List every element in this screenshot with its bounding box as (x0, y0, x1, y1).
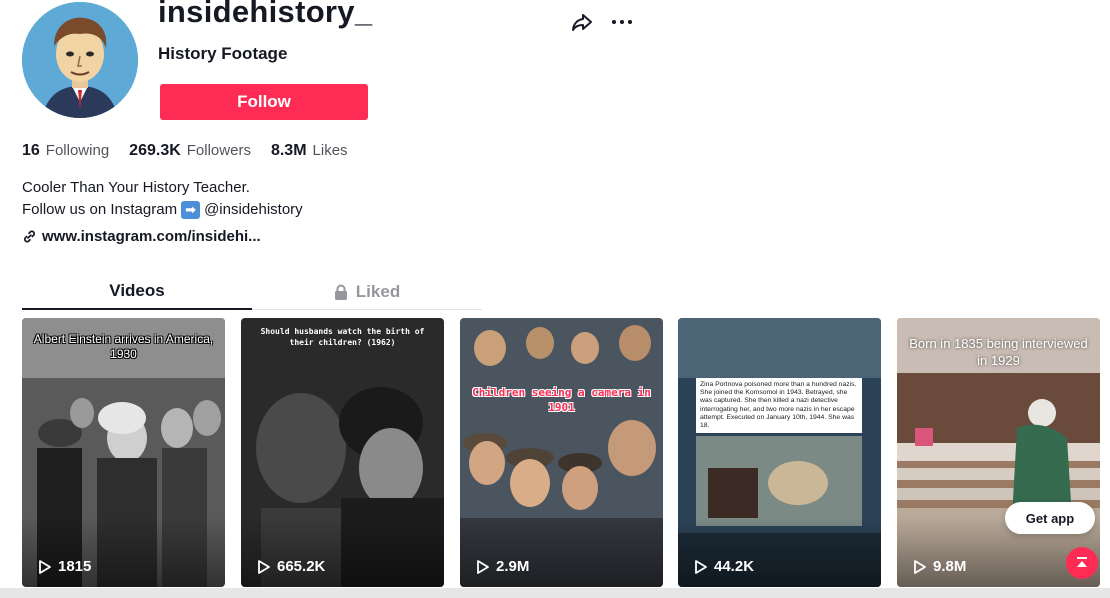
lock-icon (334, 284, 347, 300)
view-count: 1815 (38, 558, 91, 575)
tab-videos-label: Videos (109, 281, 165, 300)
play-icon (258, 559, 270, 574)
video-caption: Children seeing a camera in 1901 (472, 386, 651, 414)
bio-line-1: Cooler Than Your History Teacher. (22, 179, 250, 196)
followers-count: 269.3K (129, 142, 181, 159)
share-icon[interactable] (570, 10, 594, 34)
arrow-up-icon (1077, 557, 1087, 567)
horizontal-scrollbar[interactable] (0, 588, 1110, 598)
view-count-text: 1815 (58, 558, 92, 575)
view-count-text: 44.2K (714, 558, 755, 575)
view-count-text: 2.9M (496, 558, 530, 575)
followers-label: Followers (186, 142, 251, 159)
bio-line-2: Follow us on Instagram ➡ @insidehistory (22, 199, 303, 221)
video-caption: Should husbands watch the birth of their… (260, 327, 425, 347)
video-caption: Albert Einstein arrives in America, 1930 (33, 332, 214, 361)
bio-instagram-text: Follow us on Instagram (22, 201, 178, 218)
video-card[interactable]: Albert Einstein arrives in America, 1930… (22, 318, 225, 587)
view-count: 665.2K (257, 558, 325, 575)
video-card[interactable]: Born in 1835 being interviewed in 1929 9… (897, 318, 1100, 587)
view-count: 44.2K (694, 558, 754, 575)
likes-label: Likes (312, 142, 348, 159)
more-options-icon[interactable] (610, 10, 634, 34)
tab-liked-label: Liked (355, 282, 401, 301)
follow-button[interactable]: Follow (160, 84, 368, 120)
bio-link-text: www.instagram.com/insidehi... (42, 228, 261, 245)
view-count-text: 9.8M (933, 558, 967, 575)
view-count: 2.9M (476, 558, 529, 575)
view-count-text: 665.2K (277, 558, 326, 575)
following-label: Following (45, 142, 110, 159)
likes-count: 8.3M (270, 142, 307, 159)
tab-videos[interactable]: Videos (22, 274, 252, 310)
tab-liked[interactable]: Liked (252, 274, 482, 310)
video-caption: Born in 1835 being interviewed in 1929 (909, 336, 1088, 368)
video-caption: Zina Portnova poisoned more than a hundr… (696, 378, 862, 434)
username: insidehistory_ (158, 0, 373, 29)
link-icon (24, 230, 35, 243)
bio: Cooler Than Your History Teacher. Follow… (22, 177, 303, 221)
following-count: 16 (22, 142, 40, 159)
right-arrow-emoji-icon: ➡ (181, 201, 201, 219)
following-stat[interactable]: 16 Following (22, 142, 109, 160)
profile-stats: 16 Following 269.3K Followers 8.3M Likes (22, 142, 348, 160)
view-count: 9.8M (913, 558, 966, 575)
nickname: History Footage (158, 44, 288, 63)
play-icon (695, 559, 707, 574)
get-app-button[interactable]: Get app (1005, 502, 1095, 534)
bio-instagram-handle: @insidehistory (204, 201, 303, 218)
scroll-to-top-button[interactable] (1066, 547, 1098, 579)
play-icon (914, 559, 926, 574)
profile-tabs: Videos Liked (22, 274, 482, 310)
play-icon (477, 559, 489, 574)
likes-stat: 8.3M Likes (271, 142, 348, 160)
video-card[interactable]: Children seeing a camera in 1901 2.9M (460, 318, 663, 587)
bio-link[interactable]: www.instagram.com/insidehi... (22, 228, 261, 245)
avatar[interactable] (22, 2, 138, 118)
followers-stat[interactable]: 269.3K Followers (129, 142, 251, 160)
play-icon (39, 559, 51, 574)
video-card[interactable]: Zina Portnova poisoned more than a hundr… (678, 318, 881, 587)
video-card[interactable]: Should husbands watch the birth of their… (241, 318, 444, 587)
